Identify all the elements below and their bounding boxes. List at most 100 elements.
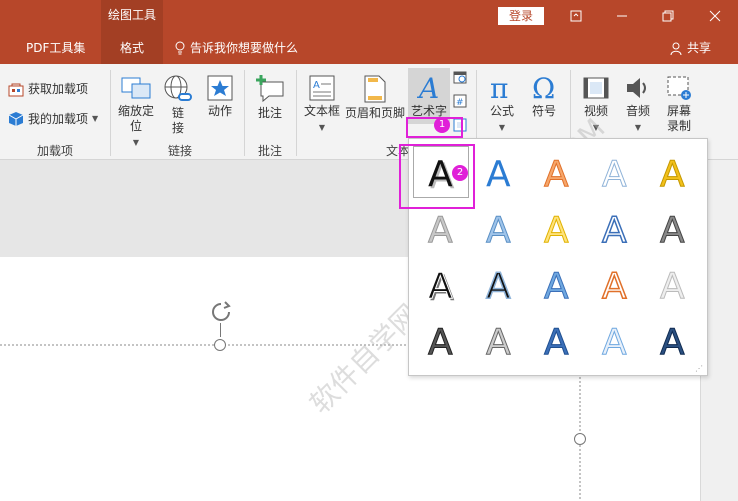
equation-button[interactable]: π 公式 ▼: [484, 74, 520, 135]
screen-recording-label: 屏幕录制: [666, 104, 691, 133]
wordart-style-option[interactable]: A: [587, 146, 643, 198]
header-footer-icon: [364, 75, 386, 103]
wordart-style-option[interactable]: A: [471, 314, 527, 366]
header-footer-label: 页眉和页脚: [344, 106, 405, 120]
screen-record-icon: [667, 76, 691, 100]
wordart-style-option[interactable]: A: [471, 202, 527, 254]
tab-pdf-tools[interactable]: PDF工具集: [26, 32, 85, 64]
screen-recording-button[interactable]: 屏幕录制: [660, 74, 698, 134]
wordart-button[interactable]: A 艺术字: [408, 68, 450, 124]
wordart-style-option[interactable]: A: [645, 258, 701, 310]
wordart-style-option[interactable]: A: [645, 202, 701, 254]
wordart-style-option[interactable]: A: [413, 202, 469, 254]
audio-label: 音频: [625, 104, 650, 118]
lightbulb-icon: [175, 41, 185, 55]
wordart-label: 艺术字: [410, 104, 447, 118]
comment-add-icon: [256, 75, 284, 103]
chevron-down-icon: ▼: [318, 123, 326, 132]
resize-handle[interactable]: [214, 339, 226, 351]
date-time-icon[interactable]: [452, 70, 468, 84]
wordart-style-glyph: A: [602, 154, 628, 195]
wordart-style-option[interactable]: A: [529, 202, 585, 254]
wordart-style-option[interactable]: AA: [413, 258, 469, 310]
textbox-button[interactable]: A 文本框 ▼: [302, 74, 342, 135]
zoom-button[interactable]: 缩放定位 ▼: [114, 74, 158, 150]
wordart-style-glyph: A: [544, 210, 570, 251]
link-button[interactable]: 链接: [162, 74, 194, 136]
svg-text:A: A: [544, 322, 569, 362]
wordart-style-option[interactable]: A: [471, 258, 527, 310]
ribbon-display-options-icon[interactable]: [553, 0, 599, 32]
slide-number-icon[interactable]: #: [452, 94, 468, 108]
zoom-label: 缩放定位: [117, 104, 154, 133]
svg-text:A: A: [428, 266, 453, 306]
share-label: 共享: [687, 41, 712, 55]
wordart-style-option[interactable]: A: [645, 314, 701, 366]
tell-me-search[interactable]: 告诉我你想要做什么: [174, 32, 298, 64]
chevron-down-icon: ▼: [634, 123, 642, 132]
svg-text:Ω: Ω: [532, 74, 555, 102]
wordart-style-glyph: A: [428, 210, 454, 251]
star-action-icon: [207, 75, 233, 101]
film-icon: [583, 77, 609, 99]
textbox-label: 文本框: [303, 104, 340, 118]
header-footer-button[interactable]: 页眉和页脚: [344, 74, 406, 121]
wordart-style-glyph: A: [601, 209, 628, 250]
wordart-style-option[interactable]: A: [587, 314, 643, 366]
wordart-style-glyph: A: [486, 322, 512, 363]
svg-text:A: A: [486, 154, 511, 194]
audio-button[interactable]: 音频 ▼: [620, 74, 656, 135]
wordart-style-glyph: A: [660, 210, 686, 251]
svg-text:A: A: [660, 154, 685, 194]
store-icon: [8, 83, 24, 96]
svg-text:A: A: [660, 210, 685, 250]
close-icon[interactable]: [692, 0, 738, 32]
comment-label: 批注: [257, 106, 282, 120]
user-icon: [670, 42, 682, 55]
cube-icon: [8, 111, 24, 126]
wordart-style-option[interactable]: A: [529, 314, 585, 366]
tab-format[interactable]: 格式: [101, 32, 163, 64]
step-badge-1: 1: [434, 117, 450, 133]
comment-button[interactable]: 批注: [252, 74, 288, 121]
wordart-style-glyph: A: [660, 266, 686, 307]
wordart-style-option[interactable]: A: [529, 258, 585, 310]
resize-handle[interactable]: [574, 433, 586, 445]
symbol-button[interactable]: Ω 符号: [526, 74, 562, 119]
equation-label: 公式: [489, 104, 514, 118]
my-addins-label: 我的加载项: [28, 112, 89, 126]
share-button[interactable]: 共享: [670, 32, 711, 64]
wordart-style-glyph: A: [544, 154, 570, 195]
wordart-style-option[interactable]: A: [587, 258, 643, 310]
tab-row: PDF工具集 格式 告诉我你想要做什么 共享: [0, 32, 738, 64]
login-button[interactable]: 登录: [498, 7, 544, 25]
get-addins-button[interactable]: 获取加载项: [8, 80, 88, 97]
wordart-style-glyph: A: [601, 265, 628, 306]
group-label-addins: 加载项: [36, 144, 73, 158]
svg-text:A: A: [313, 80, 320, 91]
svg-text:A: A: [602, 322, 627, 362]
wordart-style-glyph: A: [486, 210, 512, 251]
wordart-style-option[interactable]: A: [587, 202, 643, 254]
svg-text:A: A: [602, 266, 627, 306]
svg-text:A: A: [602, 154, 627, 194]
svg-text:A: A: [602, 210, 627, 250]
group-label-comments: 批注: [257, 144, 282, 158]
wordart-style-option[interactable]: A: [413, 314, 469, 366]
wordart-style-option[interactable]: A: [471, 146, 527, 198]
rotate-handle-icon[interactable]: [210, 301, 232, 326]
group-divider: [244, 70, 245, 156]
title-bar: 绘图工具 登录: [0, 0, 738, 32]
wordart-style-option[interactable]: A: [645, 146, 701, 198]
my-addins-button[interactable]: 我的加载项 ▼: [8, 110, 98, 127]
group-label-links: 链接: [167, 144, 192, 158]
restore-icon[interactable]: [645, 0, 691, 32]
chevron-down-icon: ▼: [92, 114, 99, 123]
link-label: 链接: [171, 106, 184, 135]
wordart-style-option[interactable]: A: [529, 146, 585, 198]
tell-me-label: 告诉我你想要做什么: [190, 41, 299, 55]
minimize-icon[interactable]: [599, 0, 645, 32]
context-tab-drawing-tools: 绘图工具: [101, 0, 163, 32]
action-button[interactable]: 动作: [202, 74, 238, 119]
speaker-icon: [627, 78, 646, 98]
